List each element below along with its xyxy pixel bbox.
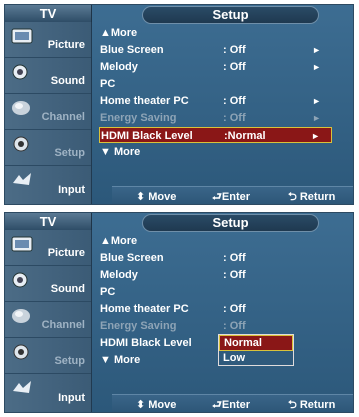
setup-menu-area: Setup ▲More Blue Screen : Off ► Melody :… [92,5,353,204]
input-icon [13,381,31,393]
picture-icon [11,236,33,252]
row-name: ▲More [100,27,138,39]
row-name: ▲More [100,235,138,247]
sound-icon [12,64,28,80]
row-value: : Off [223,95,246,107]
row-name: Energy Saving [100,112,177,124]
channel-icon [12,101,30,115]
menu-header-setup: Setup [142,6,319,24]
row-name: PC [100,78,116,90]
menu-row-energy-saving: Energy Saving : Off ► [96,110,335,126]
row-name: HDMI Black Level [100,337,192,349]
sidebar-item-label: Input [58,184,85,196]
row-name: Melody [100,269,138,281]
move-hint: ⬍ Move [136,191,177,203]
return-hint: ⮌ Return [288,191,336,203]
menu-row-more-down[interactable]: ▼ More [96,144,335,160]
sidebar-item-label: Channel [41,111,85,123]
sidebar-item-input[interactable]: Input [5,374,91,410]
arrow-right-icon: ► [312,45,321,55]
tv-menu-panel-1: TV Picture Sound Channel Setup Input Set… [4,4,354,205]
sidebar-item-setup[interactable]: Setup [5,130,91,166]
menu-header-setup: Setup [142,214,319,232]
menu-row-pc[interactable]: PC [96,76,335,92]
menu-row-home-theater-pc[interactable]: Home theater PC : Off ► [96,93,335,109]
menu-row-more-up[interactable]: ▲More [96,25,335,41]
row-name: Home theater PC [100,303,189,315]
sidebar-item-input[interactable]: Input [5,166,91,202]
arrow-right-icon: ► [312,96,321,106]
tv-menu-panel-2: TV Picture Sound Channel Setup Input Set… [4,212,354,413]
arrow-right-icon: ► [312,62,321,72]
menu-footer: ⬍ Move ⮐Enter ⮌ Return [112,186,353,204]
sidebar-item-label: Sound [50,283,85,295]
row-name: PC [100,286,116,298]
row-value: : Off [223,61,246,73]
row-name: Melody [100,61,138,73]
category-sidebar: Picture Sound Channel Setup Input [5,230,92,412]
row-value: : Off [223,303,246,315]
enter-hint: ⮐Enter [212,191,251,203]
sidebar-item-sound[interactable]: Sound [5,58,91,94]
row-value: : Off [223,252,246,264]
sidebar-item-sound[interactable]: Sound [5,266,91,302]
sidebar-item-label: Setup [54,355,85,367]
sound-icon [12,272,28,288]
menu-row-hdmi-black-level[interactable]: HDMI Black Level : [96,335,335,351]
menu-footer: ⬍ Move ⮐Enter ⮌ Return [112,394,353,412]
sidebar-item-label: Picture [47,39,85,51]
row-name: HDMI Black Level [101,130,193,142]
row-name: ▼ More [100,146,141,158]
sidebar-item-channel[interactable]: Channel [5,94,91,130]
sidebar-item-setup[interactable]: Setup [5,338,91,374]
menu-row-pc[interactable]: PC [96,284,335,300]
dropdown-option-low[interactable]: Low [219,351,293,365]
sidebar-item-label: Sound [50,75,85,87]
arrow-right-icon: ► [311,131,320,141]
row-name: Blue Screen [100,44,164,56]
menu-row-energy-saving: Energy Saving : Off [96,318,335,334]
input-icon [13,173,31,185]
enter-hint: ⮐Enter [212,399,251,411]
setup-icon [13,136,29,152]
sidebar-item-picture[interactable]: Picture [5,22,91,58]
row-name: Blue Screen [100,252,164,264]
tv-menu-title: TV [5,213,92,230]
menu-row-hdmi-black-level[interactable]: HDMI Black Level :Normal ► [99,127,332,143]
menu-row-melody[interactable]: Melody : Off [96,267,335,283]
move-hint: ⬍ Move [136,399,177,411]
sidebar-item-label: Input [58,392,85,404]
row-value: : Off [223,269,246,281]
arrow-right-icon: ► [312,113,321,123]
return-hint: ⮌ Return [288,399,336,411]
menu-row-more-down[interactable]: ▼ More [96,352,335,368]
sidebar-item-label: Setup [54,147,85,159]
row-name: Energy Saving [100,320,177,332]
row-value: : Off [223,320,246,332]
setup-menu-area: Setup ▲More Blue Screen : Off Melody : O… [92,213,353,412]
menu-row-more-up[interactable]: ▲More [96,233,335,249]
row-value: : Off [223,44,246,56]
sidebar-item-label: Picture [47,247,85,259]
dropdown-option-normal[interactable]: Normal [219,335,293,351]
row-value: : Off [223,112,246,124]
sidebar-item-label: Channel [41,319,85,331]
category-sidebar: Picture Sound Channel Setup Input [5,22,92,204]
hdmi-black-level-dropdown[interactable]: Normal Low [218,334,294,366]
channel-icon [12,309,30,323]
row-value: :Normal [224,130,266,142]
menu-row-blue-screen[interactable]: Blue Screen : Off [96,250,335,266]
setup-icon [13,344,29,360]
menu-row-melody[interactable]: Melody : Off ► [96,59,335,75]
sidebar-item-picture[interactable]: Picture [5,230,91,266]
row-name: Home theater PC [100,95,189,107]
picture-icon [11,28,33,44]
sidebar-item-channel[interactable]: Channel [5,302,91,338]
menu-row-home-theater-pc[interactable]: Home theater PC : Off [96,301,335,317]
row-name: ▼ More [100,354,141,366]
tv-menu-title: TV [5,5,92,22]
menu-row-blue-screen[interactable]: Blue Screen : Off ► [96,42,335,58]
